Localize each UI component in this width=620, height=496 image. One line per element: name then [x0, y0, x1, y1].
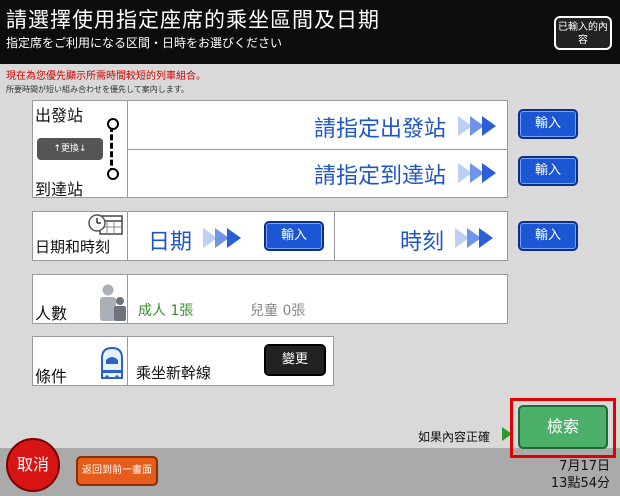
arrival-label: 到達站 — [35, 180, 84, 199]
people-label: 人數 — [35, 304, 68, 323]
shinkansen-icon — [101, 346, 123, 379]
search-button[interactable]: 檢索 — [518, 405, 608, 449]
change-condition-button[interactable]: 變更 — [264, 344, 326, 376]
condition-value: 乘坐新幹線 — [136, 364, 212, 382]
date-time-display: 7月17日 13點54分 — [551, 458, 610, 492]
datetime-label: 日期和時刻 — [35, 238, 111, 256]
notice-subtext: 所要時間が短い組み合わせを優先して案内します。 — [6, 85, 189, 94]
page-subtitle: 指定席をご利用になる区間・日時をお選びください — [6, 36, 283, 50]
time-input-button[interactable]: 輸入 — [518, 221, 578, 251]
confirm-text: 如果內容正確 — [418, 430, 491, 444]
departure-label: 出發站 — [35, 106, 84, 125]
people-icon — [100, 284, 126, 321]
notice-text: 現在為您優先顯示所需時間較短的列車組合。 — [6, 71, 206, 82]
current-date: 7月17日 — [559, 459, 610, 474]
people-divider — [127, 274, 128, 324]
datetime-divider-1 — [127, 211, 128, 261]
datetime-divider-2 — [334, 211, 335, 261]
station-row-divider — [127, 149, 508, 150]
date-input-button[interactable]: 輸入 — [264, 221, 324, 251]
page-title: 請選擇使用指定座席的乘坐區間及日期 — [6, 8, 380, 32]
condition-divider — [127, 336, 128, 386]
arrival-input-button[interactable]: 輸入 — [518, 156, 578, 186]
departure-prompt[interactable]: 請指定出發站 — [314, 111, 446, 143]
departure-input-button[interactable]: 輸入 — [518, 109, 578, 139]
date-arrows-icon — [203, 228, 241, 248]
arrival-dot-icon — [107, 168, 119, 180]
arrival-arrows-icon — [458, 163, 496, 183]
entered-contents-button[interactable]: 已輸入的內容 — [554, 16, 612, 50]
back-button[interactable]: 返回到前一畫面 — [76, 456, 158, 486]
route-line-icon — [110, 126, 116, 174]
adult-count: 成人 1張 — [138, 303, 194, 319]
arrival-prompt[interactable]: 請指定到達站 — [314, 158, 446, 190]
time-arrows-icon — [455, 228, 493, 248]
condition-label: 條件 — [35, 367, 68, 386]
time-label[interactable]: 時刻 — [400, 224, 444, 256]
departure-arrows-icon — [458, 116, 496, 136]
departure-dot-icon — [107, 118, 119, 130]
swap-stations-button[interactable]: ↑更換↓ — [37, 138, 103, 160]
date-label[interactable]: 日期 — [148, 224, 192, 256]
cancel-button[interactable]: 取消 — [6, 438, 60, 492]
child-count: 兒童 0張 — [250, 303, 306, 319]
current-time: 13點54分 — [550, 476, 610, 491]
header-bar: 請選擇使用指定座席的乘坐區間及日期 指定席をご利用になる区間・日時をお選びくださ… — [0, 0, 620, 64]
calendar-clock-icon — [88, 214, 123, 235]
